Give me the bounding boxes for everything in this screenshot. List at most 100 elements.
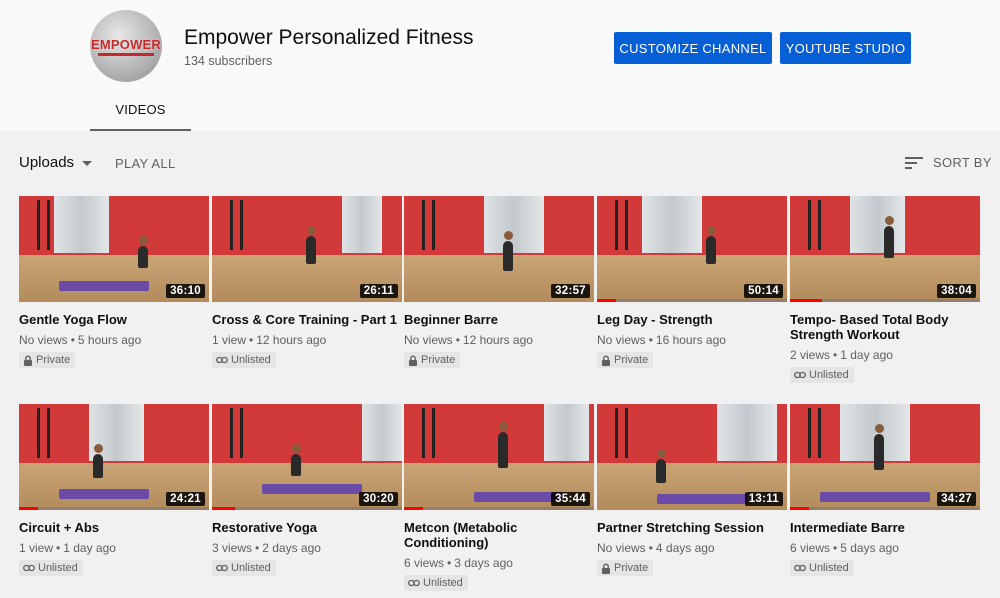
thumbnail-person-head	[307, 226, 316, 235]
thumbnail-person	[498, 432, 508, 468]
thumbnail-rack	[422, 200, 425, 250]
video-title[interactable]: Metcon (Metabolic Conditioning)	[404, 520, 594, 550]
video-thumbnail[interactable]: 13:11	[597, 404, 787, 510]
view-count: No views	[19, 333, 68, 347]
video-title[interactable]: Intermediate Barre	[790, 520, 980, 535]
video-title[interactable]: Cross & Core Training - Part 1	[212, 312, 402, 327]
watch-progress-track	[212, 507, 402, 510]
uploads-dropdown[interactable]: Uploads	[19, 154, 93, 171]
thumbnail-person	[884, 226, 894, 258]
video-title[interactable]: Restorative Yoga	[212, 520, 402, 535]
video-title[interactable]: Circuit + Abs	[19, 520, 209, 535]
channel-avatar[interactable]: EMPOWER	[90, 10, 162, 82]
video-card[interactable]: 36:10 Gentle Yoga Flow No views • 5 hours …	[19, 196, 209, 371]
lock-icon	[23, 355, 36, 366]
video-card[interactable]: 38:04 Tempo- Based Total Body Strength W…	[790, 196, 980, 384]
visibility-label: Unlisted	[231, 562, 271, 574]
visibility-badge: Unlisted	[790, 560, 854, 576]
video-thumbnail[interactable]: 30:20	[212, 404, 402, 510]
watch-progress-track	[790, 507, 980, 510]
view-count: 2 views	[790, 348, 831, 362]
thumbnail-person-head	[885, 216, 894, 225]
visibility-badge: Unlisted	[404, 575, 468, 591]
thumbnail-person-head	[139, 236, 148, 245]
visibility-label: Unlisted	[423, 577, 463, 589]
video-title[interactable]: Tempo- Based Total Body Strength Workout	[790, 312, 980, 342]
meta-separator: •	[833, 348, 838, 362]
upload-age: 1 day ago	[63, 541, 116, 555]
video-card[interactable]: 34:27 Intermediate Barre 6 views • 5 days …	[790, 404, 980, 577]
play-all-button[interactable]: PLAY ALL	[115, 156, 175, 171]
video-card[interactable]: 26:11 Cross & Core Training - Part 1 1 v…	[212, 196, 402, 369]
watch-progress-track	[597, 299, 787, 302]
view-count: 6 views	[790, 541, 831, 555]
link-icon	[794, 371, 809, 379]
view-count: 1 view	[212, 333, 247, 347]
thumbnail-rack	[818, 200, 821, 250]
video-thumbnail[interactable]: 36:10	[19, 196, 209, 302]
link-icon	[408, 579, 423, 587]
video-duration: 35:44	[551, 492, 590, 506]
thumbnail-person	[503, 241, 513, 271]
visibility-badge: Private	[597, 560, 654, 576]
video-card[interactable]: 50:14 Leg Day - Strength No views • 16 hou…	[597, 196, 787, 371]
video-card[interactable]: 32:57 Beginner Barre No views • 12 hours a…	[404, 196, 594, 371]
video-thumbnail[interactable]: 32:57	[404, 196, 594, 302]
thumbnail-rack	[808, 200, 811, 250]
thumbnail-person-head	[499, 422, 508, 431]
watch-progress-fill	[212, 507, 235, 510]
video-title[interactable]: Gentle Yoga Flow	[19, 312, 209, 327]
video-card[interactable]: 30:20 Restorative Yoga 3 views • 2 days ag…	[212, 404, 402, 577]
upload-age: 3 days ago	[454, 556, 513, 570]
thumbnail-person-head	[94, 444, 103, 453]
visibility-badge: Private	[597, 352, 654, 368]
thumbnail-rack	[808, 408, 811, 458]
video-thumbnail[interactable]: 50:14	[597, 196, 787, 302]
thumbnail-window	[850, 196, 905, 254]
meta-separator: •	[648, 333, 653, 347]
video-title[interactable]: Beginner Barre	[404, 312, 594, 327]
video-card[interactable]: 13:11 Partner Stretching Session No view…	[597, 404, 787, 579]
view-count: No views	[597, 333, 646, 347]
video-meta: 1 view • 1 day ago	[19, 541, 209, 555]
thumbnail-rack	[615, 200, 618, 250]
video-thumbnail[interactable]: 24:21	[19, 404, 209, 510]
customize-channel-button[interactable]: CUSTOMIZE CHANNEL	[614, 32, 772, 64]
video-thumbnail[interactable]: 26:11	[212, 196, 402, 302]
upload-age: 12 hours ago	[462, 333, 533, 347]
video-thumbnail[interactable]: 35:44	[404, 404, 594, 510]
video-duration: 50:14	[744, 284, 783, 298]
watch-progress-fill	[790, 507, 809, 510]
thumbnail-person	[874, 434, 884, 470]
meta-separator: •	[249, 333, 254, 347]
view-count: 3 views	[212, 541, 253, 555]
link-icon	[216, 356, 231, 364]
sort-icon	[905, 156, 923, 169]
visibility-label: Unlisted	[809, 369, 849, 381]
video-thumbnail[interactable]: 34:27	[790, 404, 980, 510]
thumbnail-rack	[240, 200, 243, 250]
video-card[interactable]: 35:44 Metcon (Metabolic Conditioning) 6 …	[404, 404, 594, 592]
video-thumbnail[interactable]: 38:04	[790, 196, 980, 302]
video-title[interactable]: Leg Day - Strength	[597, 312, 787, 327]
video-title[interactable]: Partner Stretching Session	[597, 520, 787, 535]
upload-age: 5 days ago	[840, 541, 899, 555]
thumbnail-person	[306, 236, 316, 264]
sort-label: SORT BY	[933, 155, 992, 170]
video-meta: 6 views • 3 days ago	[404, 556, 594, 570]
exercise-mat	[657, 494, 747, 504]
video-meta: 6 views • 5 days ago	[790, 541, 980, 555]
link-icon	[216, 564, 231, 572]
exercise-mat	[262, 484, 362, 494]
thumbnail-person-head	[875, 424, 884, 433]
thumbnail-rack	[625, 408, 628, 458]
youtube-studio-button[interactable]: YOUTUBE STUDIO	[780, 32, 911, 64]
sort-by-button[interactable]: SORT BY	[905, 155, 992, 170]
watch-progress-fill	[597, 299, 616, 302]
visibility-label: Private	[36, 354, 71, 366]
meta-separator: •	[447, 556, 452, 570]
tab-videos[interactable]: VIDEOS	[90, 90, 191, 131]
video-card[interactable]: 24:21 Circuit + Abs 1 view • 1 day ago Unl…	[19, 404, 209, 577]
channel-header: EMPOWER Empower Personalized Fitness 134…	[0, 0, 1000, 131]
video-meta: No views • 5 hours ago	[19, 333, 209, 347]
